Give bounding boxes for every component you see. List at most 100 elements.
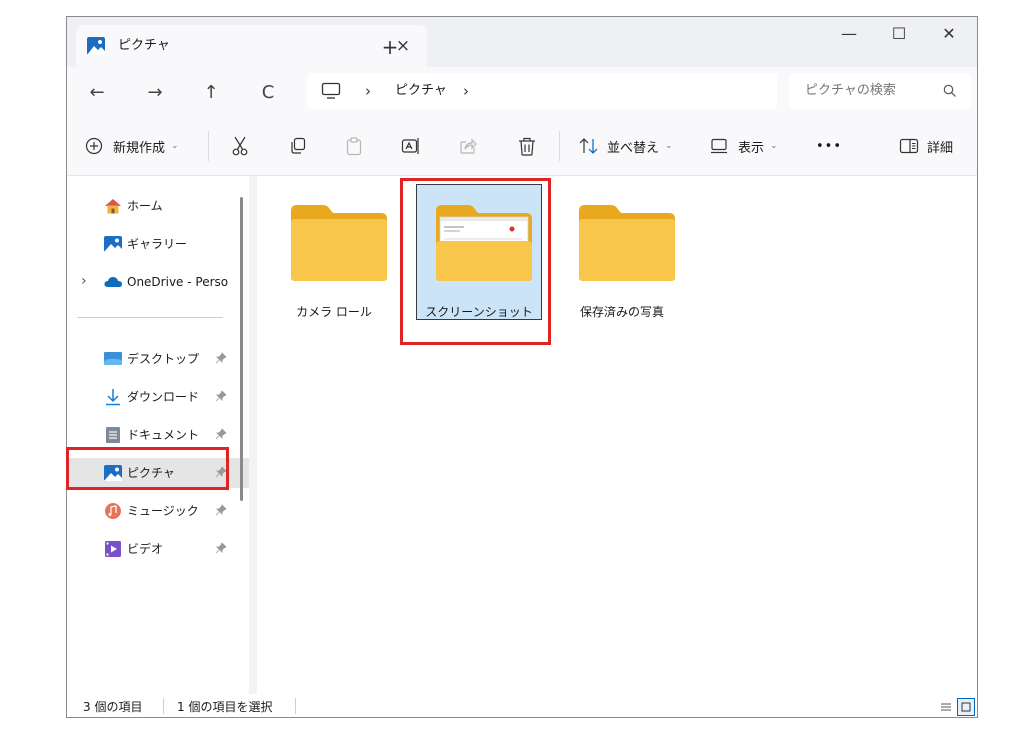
up-button[interactable]: ↑ <box>195 78 227 108</box>
list-view-icon <box>941 703 951 711</box>
selection-count: 1 個の項目を選択 <box>177 700 273 714</box>
pin-icon <box>215 352 227 364</box>
expand-chevron-icon[interactable]: › <box>81 273 87 289</box>
folder-item[interactable]: 保存済みの写真 <box>559 184 685 320</box>
plus-circle-icon <box>85 137 103 155</box>
tiles-view-icon <box>961 702 971 712</box>
sidebar-item-label: ドキュメント <box>127 428 200 442</box>
breadcrumb-pictures[interactable]: ピクチャ <box>395 81 447 101</box>
navigation-pane: ホーム ギャラリー › OneDrive - Perso デスクトップ ダウンロ… <box>67 176 249 694</box>
pictures-icon <box>87 37 105 55</box>
status-bar: 3 個の項目 1 個の項目を選択 <box>67 694 977 717</box>
pin-icon <box>215 390 227 402</box>
pin-icon <box>215 428 227 440</box>
breadcrumb-separator: › <box>365 82 371 100</box>
copy-button[interactable] <box>289 133 307 159</box>
new-button-label: 新規作成 <box>113 140 166 156</box>
sidebar-item-desktop[interactable]: デスクトップ <box>67 344 249 374</box>
details-view-button[interactable] <box>937 698 955 716</box>
sidebar-item-label: ビデオ <box>127 542 164 556</box>
title-bar: ピクチャ × + — ☐ ✕ <box>67 17 977 67</box>
delete-button[interactable] <box>518 133 536 159</box>
copy-icon <box>291 137 306 154</box>
large-icons-view-button[interactable] <box>957 698 975 716</box>
sidebar-item-home[interactable]: ホーム <box>67 191 249 221</box>
maximize-button[interactable]: ☐ <box>875 17 923 51</box>
view-button-label: 表示 <box>738 140 765 156</box>
gallery-icon <box>104 236 122 252</box>
sort-button-label: 並べ替え <box>607 140 660 156</box>
this-pc-icon <box>321 82 341 99</box>
details-pane-button[interactable]: 詳細 <box>899 133 953 159</box>
details-pane-icon <box>899 138 919 154</box>
address-bar[interactable]: › ピクチャ › <box>307 73 777 109</box>
trash-icon <box>519 137 535 156</box>
pane-divider[interactable] <box>249 176 257 694</box>
chevron-down-icon: ⌄ <box>770 141 778 151</box>
chevron-down-icon: ⌄ <box>665 141 673 151</box>
sidebar-item-music[interactable]: ミュージック <box>67 496 249 526</box>
tab-title: ピクチャ <box>118 38 170 53</box>
search-input[interactable] <box>805 82 935 100</box>
rename-button[interactable] <box>401 133 421 159</box>
view-icon <box>711 138 727 154</box>
folder-icon <box>579 205 675 281</box>
sidebar-item-label: ギャラリー <box>127 237 188 251</box>
rename-icon <box>401 138 419 154</box>
video-icon <box>105 541 121 557</box>
folder-icon <box>291 205 387 281</box>
view-button[interactable]: 表示 ⌄ <box>710 133 778 159</box>
search-box[interactable] <box>789 73 971 109</box>
search-icon <box>943 84 956 97</box>
paste-button[interactable] <box>346 133 362 159</box>
highlight-box-screenshot-folder <box>400 178 551 345</box>
sidebar-divider <box>77 317 223 318</box>
clipboard-icon <box>346 136 362 155</box>
breadcrumb-separator[interactable]: › <box>463 81 469 101</box>
status-divider <box>163 698 164 714</box>
chevron-down-icon: ⌄ <box>171 141 179 151</box>
music-icon <box>105 503 121 519</box>
item-count: 3 個の項目 <box>83 700 143 714</box>
toolbar-divider <box>559 131 560 161</box>
toolbar-divider <box>208 131 209 161</box>
highlight-box-pictures-item <box>66 447 229 490</box>
sidebar-scrollbar[interactable] <box>240 197 243 501</box>
sort-button[interactable]: 並べ替え ⌄ <box>579 133 673 159</box>
cut-button[interactable] <box>231 133 249 159</box>
share-icon <box>460 138 477 154</box>
sidebar-item-videos[interactable]: ビデオ <box>67 534 249 564</box>
folder-name: カメラ ロール <box>296 305 372 319</box>
sidebar-item-label: ホーム <box>127 199 163 213</box>
new-button[interactable]: 新規作成 ⌄ <box>85 133 179 159</box>
forward-button[interactable]: → <box>139 78 171 108</box>
folder-view: カメラ ロール スクリーンショット 保存済みの写真 <box>257 176 977 694</box>
pin-icon <box>215 542 227 554</box>
folder-item[interactable]: カメラ ロール <box>271 184 397 320</box>
sidebar-item-gallery[interactable]: ギャラリー <box>67 229 249 259</box>
file-explorer-window: ピクチャ × + — ☐ ✕ ← → ↑ C › ピクチャ › ピクチャの検索 … <box>66 16 978 718</box>
share-button[interactable] <box>459 133 477 159</box>
status-divider <box>295 698 296 714</box>
details-button-label: 詳細 <box>927 140 954 156</box>
sort-icon <box>579 138 598 154</box>
sidebar-item-label: ダウンロード <box>127 390 200 404</box>
new-tab-button[interactable]: + <box>375 33 405 63</box>
onedrive-icon <box>104 277 122 287</box>
sidebar-item-onedrive[interactable]: › OneDrive - Perso <box>67 267 249 297</box>
sidebar-item-downloads[interactable]: ダウンロード <box>67 382 249 412</box>
document-icon <box>106 427 120 443</box>
minimize-button[interactable]: — <box>825 17 873 51</box>
folder-name: 保存済みの写真 <box>579 305 664 319</box>
desktop-icon <box>104 352 122 365</box>
sidebar-item-documents[interactable]: ドキュメント <box>67 420 249 450</box>
sidebar-item-label: ミュージック <box>127 504 199 518</box>
sidebar-item-label: OneDrive - Perso <box>127 275 229 289</box>
download-icon <box>106 389 120 406</box>
close-window-button[interactable]: ✕ <box>925 17 973 51</box>
more-options-button[interactable]: ••• <box>816 133 842 159</box>
refresh-button[interactable]: C <box>252 78 284 108</box>
sidebar-item-label: デスクトップ <box>127 352 200 366</box>
back-button[interactable]: ← <box>81 78 113 108</box>
command-bar: 新規作成 ⌄ 並べ替え ⌄ 表示 ⌄ ••• 詳細 <box>67 117 977 176</box>
